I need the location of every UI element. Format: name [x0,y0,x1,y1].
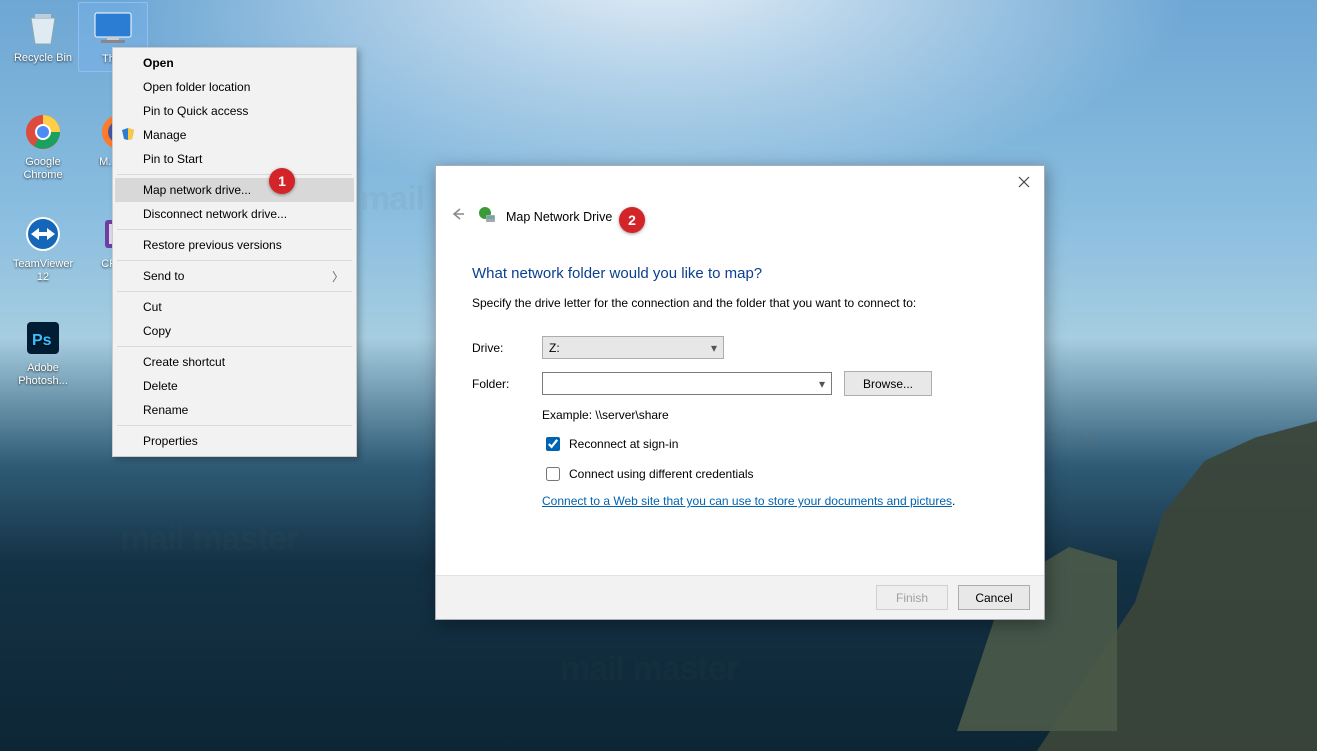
photoshop-icon: Ps [19,316,67,360]
globe-drive-icon [478,206,496,227]
drive-value: Z: [549,341,560,355]
menu-item-cut[interactable]: Cut [115,295,354,319]
period: . [952,494,955,508]
close-button[interactable] [1012,172,1036,192]
drive-select[interactable]: Z: [542,336,724,359]
drive-label: Drive: [472,341,530,355]
svg-text:Ps: Ps [32,332,52,349]
icon-label: TeamViewer 12 [6,258,80,284]
this-pc-icon [89,7,137,51]
dialog-heading: What network folder would you like to ma… [472,265,1008,282]
separator [117,174,352,175]
menu-item-restore-previous-versions[interactable]: Restore previous versions [115,233,354,257]
desktop[interactable]: mail master mail master mail master mail… [0,0,1317,751]
desktop-icon-recycle-bin[interactable]: Recycle Bin [6,6,80,65]
separator [117,346,352,347]
checkbox-label: Reconnect at sign-in [569,437,678,451]
folder-example-text: Example: \\server\share [542,408,1008,422]
back-button[interactable] [450,207,468,226]
callout-badge-1: 1 [269,168,295,194]
menu-item-rename[interactable]: Rename [115,398,354,422]
separator [117,425,352,426]
menu-item-map-network-drive[interactable]: Map network drive... [115,178,354,202]
menu-item-label: Manage [143,128,186,142]
dialog-footer: Finish Cancel [436,575,1044,619]
reconnect-checkbox[interactable]: Reconnect at sign-in [542,434,1008,454]
icon-label: Google Chrome [6,156,80,182]
separator [117,291,352,292]
finish-button: Finish [876,585,948,610]
menu-item-open[interactable]: Open [115,51,354,75]
menu-item-delete[interactable]: Delete [115,374,354,398]
separator [117,260,352,261]
menu-item-manage[interactable]: Manage [115,123,354,147]
recycle-bin-icon [19,6,67,50]
menu-item-copy[interactable]: Copy [115,319,354,343]
icon-label: Recycle Bin [6,52,80,65]
teamviewer-icon [19,212,67,256]
watermark: mail master [120,520,298,559]
watermark: mail master [560,650,738,689]
shield-icon [121,127,135,144]
connect-website-link[interactable]: Connect to a Web site that you can use t… [542,494,952,508]
desktop-icon-teamviewer[interactable]: TeamViewer 12 [6,212,80,284]
menu-item-disconnect-network-drive[interactable]: Disconnect network drive... [115,202,354,226]
dialog-title: Map Network Drive [506,210,612,224]
different-credentials-checkbox-input[interactable] [546,467,560,481]
menu-item-send-to[interactable]: Send to 〉 [115,264,354,288]
cancel-button[interactable]: Cancel [958,585,1030,610]
menu-item-pin-start[interactable]: Pin to Start [115,147,354,171]
context-menu: Open Open folder location Pin to Quick a… [112,47,357,457]
checkbox-label: Connect using different credentials [569,467,754,481]
map-network-drive-dialog: Map Network Drive 2 What network folder … [435,165,1045,620]
desktop-icon-photoshop[interactable]: Ps Adobe Photosh... [6,316,80,388]
browse-button[interactable]: Browse... [844,371,932,396]
dialog-description: Specify the drive letter for the connect… [472,296,1008,310]
close-icon [1018,176,1030,188]
folder-combobox[interactable] [542,372,832,395]
dialog-titlebar[interactable] [436,166,1044,198]
menu-item-properties[interactable]: Properties [115,429,354,453]
menu-item-pin-quick-access[interactable]: Pin to Quick access [115,99,354,123]
folder-label: Folder: [472,377,530,391]
callout-badge-2: 2 [619,207,645,233]
different-credentials-checkbox[interactable]: Connect using different credentials [542,464,1008,484]
icon-label: Adobe Photosh... [6,362,80,388]
separator [117,229,352,230]
menu-item-label: Send to [143,269,184,283]
menu-item-create-shortcut[interactable]: Create shortcut [115,350,354,374]
chevron-right-icon: 〉 [332,268,344,285]
arrow-left-icon [450,207,466,221]
reconnect-checkbox-input[interactable] [546,437,560,451]
desktop-icon-chrome[interactable]: Google Chrome [6,110,80,182]
chrome-icon [19,110,67,154]
menu-item-open-folder-location[interactable]: Open folder location [115,75,354,99]
